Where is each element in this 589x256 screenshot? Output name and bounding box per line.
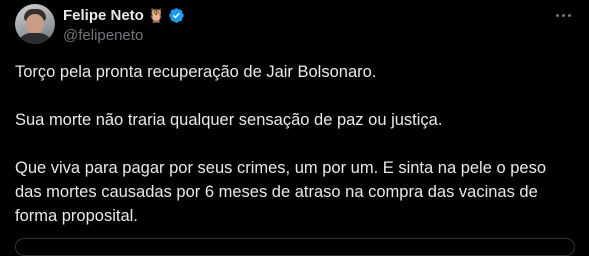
author-display-name[interactable]: Felipe Neto	[63, 7, 144, 24]
author-handle[interactable]: @felipeneto	[63, 27, 185, 44]
more-options-icon[interactable]	[553, 7, 573, 23]
tweet-paragraph: Que viva para pagar por seus crimes, um …	[15, 159, 547, 225]
embedded-card[interactable]	[15, 238, 575, 256]
name-row: Felipe Neto 🦉	[63, 6, 185, 24]
verified-badge-icon	[169, 7, 185, 23]
avatar-shirt	[17, 33, 53, 44]
tweet-text: Torço pela pronta recuperação de Jair Bo…	[15, 60, 575, 228]
tweet-paragraph: Sua morte não traria qualquer sensação d…	[15, 111, 443, 129]
tweet: Felipe Neto 🦉 @felipeneto Torço pela pro…	[0, 0, 589, 256]
avatar[interactable]	[15, 4, 55, 44]
avatar-face	[26, 14, 44, 34]
owl-emoji-icon: 🦉	[147, 7, 166, 23]
tweet-paragraph: Torço pela pronta recuperação de Jair Bo…	[15, 63, 377, 81]
tweet-header: Felipe Neto 🦉 @felipeneto	[63, 6, 185, 44]
